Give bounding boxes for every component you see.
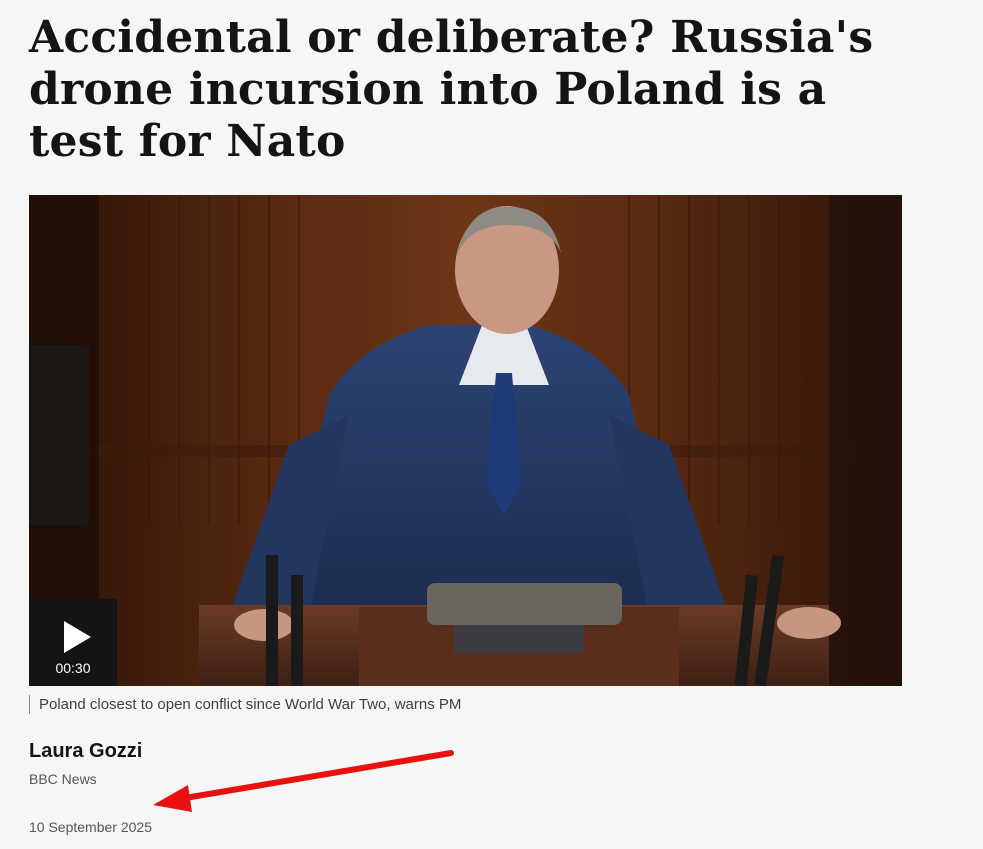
video-player[interactable]: 00:30 <box>29 195 902 686</box>
byline-organisation: BBC News <box>29 771 97 787</box>
publish-date: 10 September 2025 <box>29 819 152 835</box>
article-headline: Accidental or deliberate? Russia's drone… <box>29 12 874 167</box>
video-caption: Poland closest to open conflict since Wo… <box>29 695 461 714</box>
play-button[interactable]: 00:30 <box>29 599 117 686</box>
video-duration: 00:30 <box>55 660 91 676</box>
byline-author: Laura Gozzi <box>29 740 143 762</box>
video-thumbnail <box>29 195 902 686</box>
play-icon <box>64 621 91 653</box>
